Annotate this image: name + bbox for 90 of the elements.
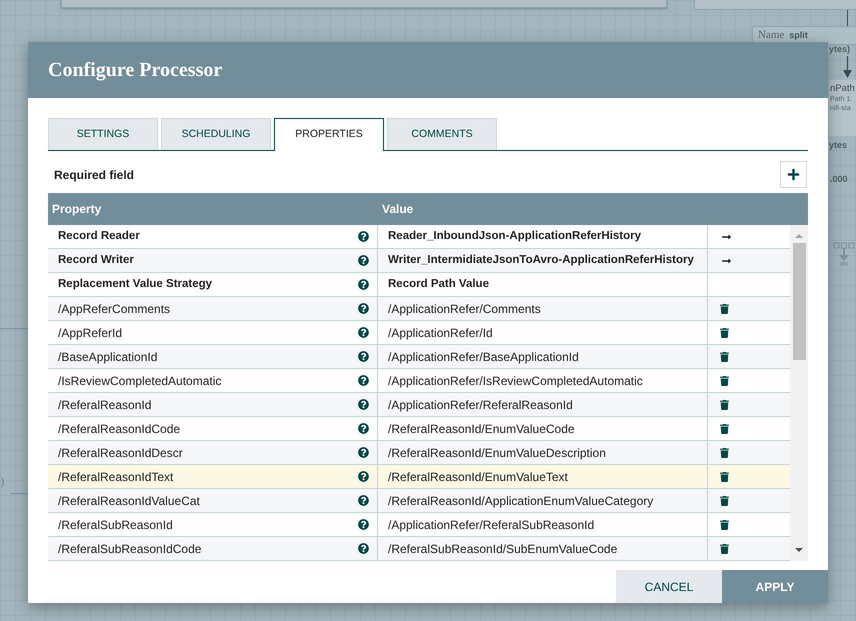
help-icon[interactable] bbox=[358, 399, 369, 410]
help-icon[interactable] bbox=[358, 519, 369, 530]
help-icon[interactable] bbox=[358, 447, 369, 458]
table-row[interactable]: /ReferalReasonIdValueCat /ReferalReasonId/ApplicationEnumValueCategory bbox=[48, 489, 790, 513]
stat-label: ytes) bbox=[829, 45, 850, 54]
property-name: /ReferalSubReasonIdCode bbox=[58, 540, 202, 558]
trash-icon[interactable] bbox=[720, 520, 729, 530]
table-row[interactable]: Record Writer Writer_IntermidiateJsonToAvro-ApplicationReferHistory bbox=[48, 249, 790, 273]
table-row[interactable]: /ReferalReasonIdText /ReferalReasonId/EnumValueText bbox=[48, 465, 790, 489]
trash-icon[interactable] bbox=[720, 328, 729, 338]
column-header: Value bbox=[381, 201, 414, 218]
stat-label: ytes bbox=[829, 141, 848, 150]
scroll-down-icon[interactable] bbox=[795, 548, 803, 552]
help-icon[interactable] bbox=[358, 351, 369, 362]
property-name: /ReferalReasonIdText bbox=[58, 468, 174, 486]
trash-icon[interactable] bbox=[720, 424, 729, 434]
property-value[interactable]: Reader_InboundJson-ApplicationReferHistory bbox=[388, 228, 642, 246]
help-icon[interactable] bbox=[358, 495, 369, 506]
help-icon[interactable] bbox=[358, 279, 369, 290]
add-property-button[interactable] bbox=[780, 161, 807, 188]
property-name: /ReferalReasonId bbox=[58, 396, 152, 414]
table-row[interactable]: /AppReferId /ApplicationRefer/Id bbox=[48, 321, 790, 345]
table-row[interactable]: /IsReviewCompletedAutomatic /ApplicationRefer/IsReviewCompletedAutomatic bbox=[48, 369, 790, 393]
trash-icon[interactable] bbox=[720, 544, 729, 554]
trash-icon[interactable] bbox=[720, 304, 729, 314]
property-value[interactable]: /ReferalReasonId/ApplicationEnumValueCategory bbox=[388, 492, 654, 510]
property-name: /AppReferComments bbox=[58, 300, 170, 318]
processor-name: nPath bbox=[830, 84, 856, 94]
help-icon[interactable] bbox=[358, 423, 369, 434]
property-name: /IsReviewCompletedAutomatic bbox=[58, 372, 222, 390]
property-name: Record Reader bbox=[58, 228, 140, 244]
table-row[interactable]: /ReferalReasonId /ApplicationRefer/ReferalReasonId bbox=[48, 393, 790, 417]
property-value[interactable]: /ReferalReasonId/EnumValueText bbox=[388, 468, 568, 486]
connection-arrow bbox=[843, 56, 852, 78]
plus-icon bbox=[787, 168, 800, 181]
table-row[interactable]: Record Reader Reader_InboundJson-ApplicationReferHistory bbox=[48, 225, 790, 249]
property-value[interactable]: Writer_IntermidiateJsonToAvro-ApplicationReferHistory bbox=[388, 252, 694, 270]
property-name: /ReferalReasonIdDescr bbox=[58, 444, 183, 462]
trash-icon[interactable] bbox=[720, 376, 729, 386]
property-value[interactable]: /ReferalReasonId/EnumValueCode bbox=[388, 420, 575, 438]
property-value[interactable]: /ApplicationRefer/Comments bbox=[388, 300, 541, 318]
table-row[interactable]: /ReferalSubReasonId /ApplicationRefer/ReferalSubReasonId bbox=[48, 513, 790, 537]
table-row[interactable]: /BaseApplicationId /ApplicationRefer/BaseApplicationId bbox=[48, 345, 790, 369]
property-name: /ReferalReasonIdCode bbox=[58, 420, 180, 438]
scrollbar[interactable] bbox=[790, 225, 808, 561]
trash-icon[interactable] bbox=[720, 448, 729, 458]
help-icon[interactable] bbox=[358, 327, 369, 338]
table-row[interactable]: Replacement Value Strategy Record Path Value bbox=[48, 273, 790, 297]
trash-icon[interactable] bbox=[720, 352, 729, 362]
property-value[interactable]: Record Path Value bbox=[388, 276, 489, 294]
tab[interactable]: SCHEDULING bbox=[161, 118, 271, 150]
property-name: /AppReferId bbox=[58, 324, 122, 342]
property-value[interactable]: /ReferalSubReasonId/SubEnumValueCode bbox=[388, 540, 618, 558]
help-icon[interactable] bbox=[358, 471, 369, 482]
table-row[interactable]: /ReferalReasonIdCode /ReferalReasonId/EnumValueCode bbox=[48, 417, 790, 441]
tab[interactable]: SETTINGS bbox=[48, 118, 158, 150]
property-name: Replacement Value Strategy bbox=[58, 276, 212, 292]
property-name: Record Writer bbox=[58, 252, 134, 268]
property-value[interactable]: /ApplicationRefer/BaseApplicationId bbox=[388, 348, 579, 366]
scrollbar-thumb[interactable] bbox=[792, 243, 806, 360]
trash-icon[interactable] bbox=[720, 472, 729, 482]
cancel-button[interactable]: CANCEL bbox=[616, 570, 722, 603]
stat-label: .000 bbox=[830, 175, 848, 184]
table-row[interactable]: /ReferalSubReasonIdCode /ReferalSubReasonId/SubEnumValueCode bbox=[48, 537, 790, 561]
property-value[interactable]: /ReferalReasonId/EnumValueDescription bbox=[388, 444, 606, 462]
help-icon[interactable] bbox=[358, 375, 369, 386]
property-value[interactable]: /ApplicationRefer/ReferalReasonId bbox=[388, 396, 573, 414]
name-label: Name bbox=[758, 28, 784, 44]
trash-icon[interactable] bbox=[720, 496, 729, 506]
property-value[interactable]: /ApplicationRefer/Id bbox=[388, 324, 493, 342]
help-icon[interactable] bbox=[358, 303, 369, 314]
property-name: /BaseApplicationId bbox=[58, 348, 158, 366]
property-value[interactable]: /ApplicationRefer/ReferalSubReasonId bbox=[388, 516, 594, 534]
required-field-label: Required field bbox=[53, 166, 134, 184]
property-name: /ReferalReasonIdValueCat bbox=[58, 492, 200, 510]
edge-label: ) bbox=[1, 478, 4, 488]
table-row[interactable]: /ReferalReasonIdDescr /ReferalReasonId/EnumValueDescription bbox=[48, 441, 790, 465]
dialog-title: Configure Processor bbox=[48, 60, 222, 80]
property-value[interactable]: /ApplicationRefer/IsReviewCompletedAutomatic bbox=[388, 372, 643, 390]
trash-icon[interactable] bbox=[720, 400, 729, 410]
help-icon[interactable] bbox=[358, 255, 369, 266]
help-icon[interactable] bbox=[358, 231, 369, 242]
column-header: Property bbox=[51, 201, 102, 218]
help-icon[interactable] bbox=[358, 543, 369, 554]
group-icon bbox=[833, 242, 855, 267]
table-row[interactable]: /AppReferComments /ApplicationRefer/Comments bbox=[48, 297, 790, 321]
name-value: split bbox=[789, 28, 808, 42]
tab[interactable]: COMMENTS bbox=[387, 118, 497, 150]
property-name: /ReferalSubReasonId bbox=[58, 516, 173, 534]
tab[interactable]: PROPERTIES bbox=[274, 118, 384, 151]
